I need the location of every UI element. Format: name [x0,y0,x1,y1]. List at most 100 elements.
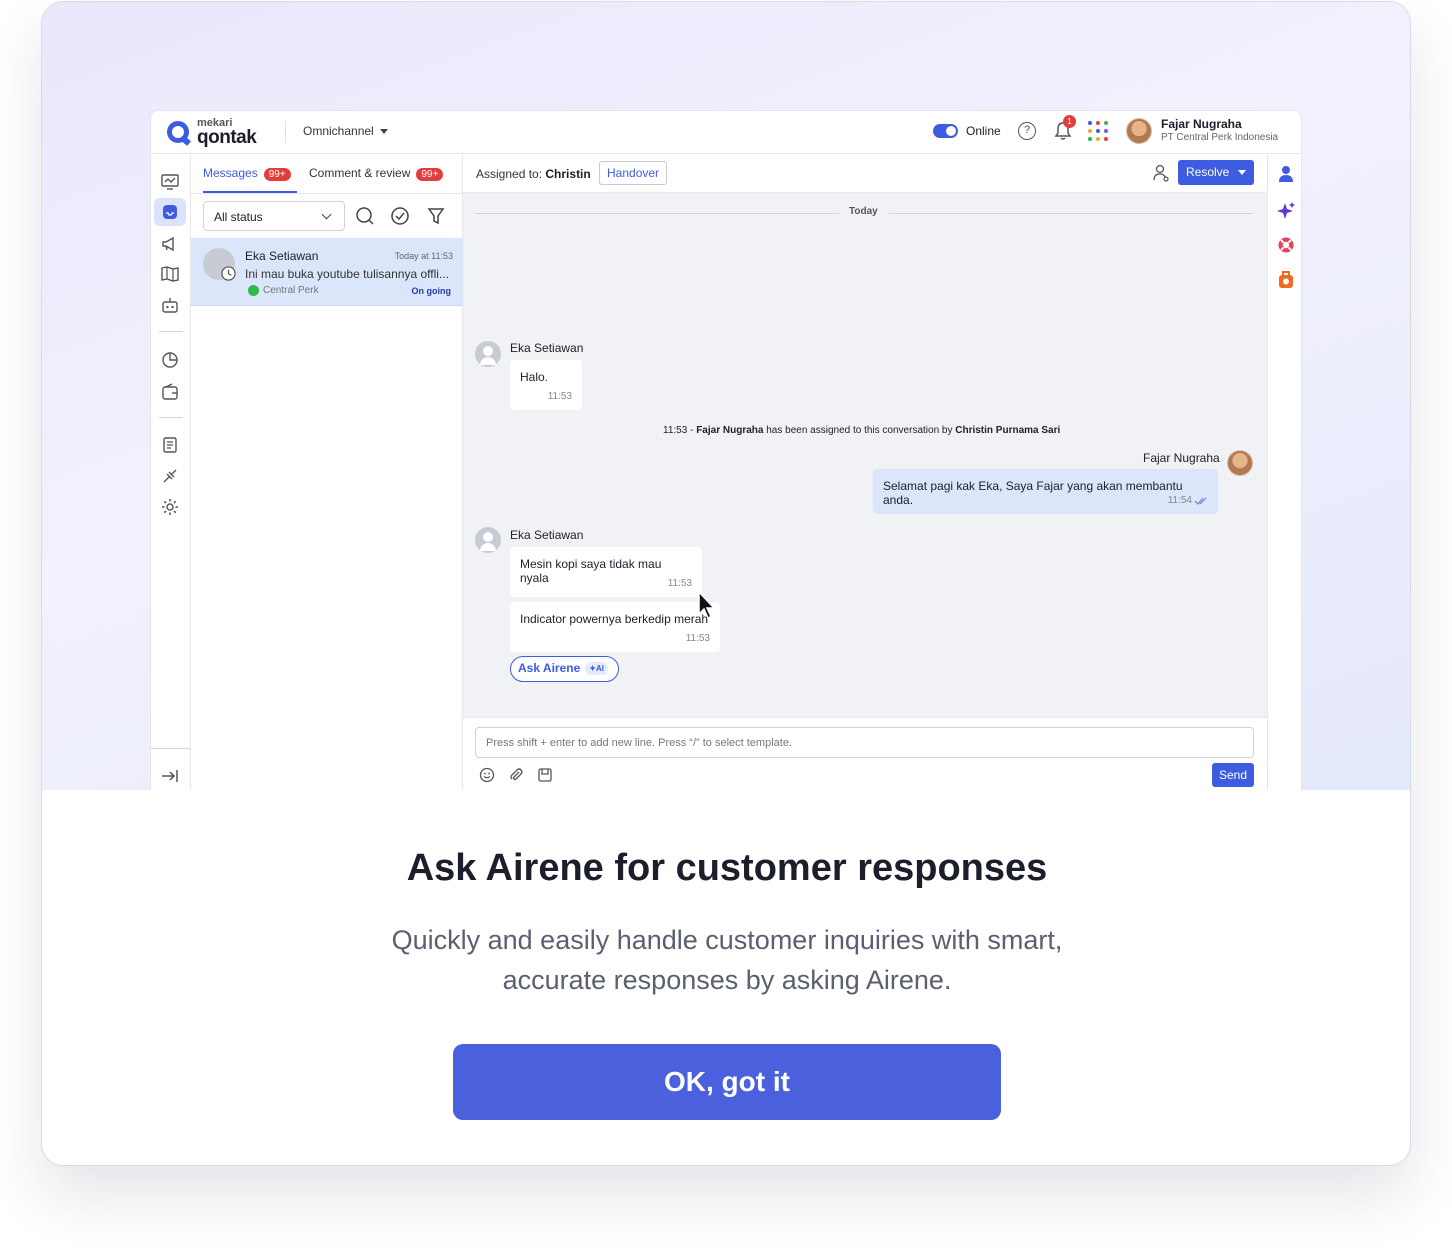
qontak-logo: mekari qontak [167,117,267,149]
mouse-cursor-icon [698,591,716,620]
send-button[interactable]: Send [1212,763,1254,787]
tab-messages-label: Messages [203,166,258,180]
document-icon[interactable] [160,435,180,455]
contact-person-icon[interactable] [1153,164,1169,182]
notification-badge: 1 [1063,115,1076,128]
divider [285,121,286,143]
wallet-icon[interactable] [160,382,180,402]
contact-avatar [475,527,501,553]
filter-icon[interactable] [426,206,446,226]
user-avatar[interactable] [1126,118,1152,144]
divider [889,213,1253,214]
check-circle-icon[interactable] [390,206,410,226]
rail-divider [159,417,183,418]
contact-profile-icon[interactable] [1277,165,1295,183]
collapse-sidebar-icon[interactable] [160,766,180,786]
divider [191,193,463,194]
logo-mark-icon [167,121,189,143]
ask-airene-label: Ask Airene [518,661,581,675]
knowledge-book-icon[interactable] [160,264,180,284]
message-bubble: Halo. 11:53 [510,360,582,410]
integration-icon[interactable] [160,466,180,486]
contact-avatar [475,341,501,367]
tab-comment-review-label: Comment & review [309,166,411,180]
attachment-icon[interactable] [508,767,524,783]
status-filter-value: All status [214,210,263,224]
channel-name: Central Perk [263,285,319,296]
message-composer: Press shift + enter to add new line. Pre… [463,717,1267,790]
assigned-prefix: Assigned to: [476,167,543,181]
bot-icon[interactable] [160,295,180,315]
app-screenshot: mekari qontak Omnichannel Online ? 1 Faj… [150,110,1302,790]
chat-panel: Assigned to: Christin Handover Resolve T… [463,154,1267,790]
system-message-text: has been assigned to this conversation b… [766,425,953,436]
user-name: Fajar Nugraha [1161,117,1242,131]
ok-got-it-button[interactable]: OK, got it [453,1044,1001,1120]
message-bubble: Selamat pagi kak Eka, Saya Fajar yang ak… [873,469,1218,514]
online-status-label: Online [966,124,1001,138]
brand-name: qontak [197,127,257,148]
chevron-down-icon [321,209,332,220]
chat-header: Assigned to: Christin Handover Resolve [463,154,1267,193]
template-icon[interactable] [537,767,553,783]
settings-gear-icon[interactable] [160,497,180,517]
integration-app-icon[interactable] [1277,271,1295,289]
online-toggle[interactable] [933,124,958,138]
resolve-button[interactable]: Resolve [1178,160,1254,185]
dashboard-icon[interactable] [160,172,180,192]
day-divider: Today [849,206,878,217]
support-lifebuoy-icon[interactable] [1277,236,1295,254]
contact-name: Eka Setiawan [245,249,319,263]
comments-count-badge: 99+ [416,168,444,181]
onboarding-modal: mekari qontak Omnichannel Online ? 1 Faj… [41,1,1411,1166]
broadcast-icon[interactable] [160,234,180,254]
inbox-icon[interactable] [160,202,180,222]
message-sender: Fajar Nugraha [1143,451,1220,465]
message-text: Mesin kopi saya tidak mau nyala [520,557,662,585]
conversation-status: On going [411,286,452,296]
user-org: PT Central Perk Indonesia [1161,132,1279,143]
tab-messages[interactable]: Messages 99+ [203,166,291,181]
rail-divider [151,748,191,749]
system-message-separator: - [690,425,694,436]
ai-sparkle-icon[interactable] [1277,201,1295,219]
system-message-time: 11:53 [663,425,688,436]
message-time: 11:53 [547,391,572,402]
emoji-icon[interactable] [479,767,495,783]
message-text: Selamat pagi kak Eka, Saya Fajar yang ak… [883,479,1183,507]
caret-down-icon [379,129,388,135]
onboarding-title: Ask Airene for customer responses [406,847,1048,889]
status-filter-select[interactable]: All status [203,201,345,231]
assigned-to: Assigned to: Christin [476,167,591,181]
top-bar: mekari qontak Omnichannel Online ? 1 Faj… [151,111,1301,154]
pending-clock-icon [221,266,236,281]
assignee-name: Christin [545,167,591,181]
description-line-2: accurate responses by asking Airene. [502,965,952,995]
message-bubble: Mesin kopi saya tidak mau nyala 11:53 [510,547,702,597]
message-bubble: Indicator powernya berkedip merah 11:53 [510,602,720,652]
conversation-item[interactable]: Eka Setiawan Today at 11:53 Ini mau buka… [191,238,463,306]
message-sender: Eka Setiawan [510,341,584,355]
conversation-list-panel: Messages 99+ Comment & review 99+ All stat… [191,154,463,790]
message-input[interactable]: Press shift + enter to add new line. Pre… [475,727,1254,758]
caret-down-icon[interactable] [1238,170,1246,175]
nav-rail [151,154,191,790]
message-text: Halo. [520,370,549,384]
divider [475,213,839,214]
message-time: 11:54 [1167,495,1192,506]
system-message-assigner: Christin Purnama Sari [955,425,1061,436]
app-grid-icon[interactable] [1088,121,1108,141]
product-switcher-label: Omnichannel [303,124,374,138]
search-icon[interactable] [355,206,375,226]
message-preview: Ini mau buka youtube tulisannya offli... [245,267,449,281]
product-switcher[interactable]: Omnichannel [303,124,388,138]
description-line-1: Quickly and easily handle customer inqui… [391,925,1063,955]
report-pie-icon[interactable] [160,350,180,370]
system-message: 11:53 - Fajar Nugraha has been assigned … [663,425,1060,436]
ask-airene-button[interactable]: Ask Airene ✦AI [510,656,619,682]
tab-comment-review[interactable]: Comment & review 99+ [309,166,444,181]
system-message-agent: Fajar Nugraha [696,425,764,436]
hero-illustration: mekari qontak Omnichannel Online ? 1 Faj… [42,2,1410,790]
handover-button[interactable]: Handover [599,161,668,185]
help-icon[interactable]: ? [1018,122,1036,140]
